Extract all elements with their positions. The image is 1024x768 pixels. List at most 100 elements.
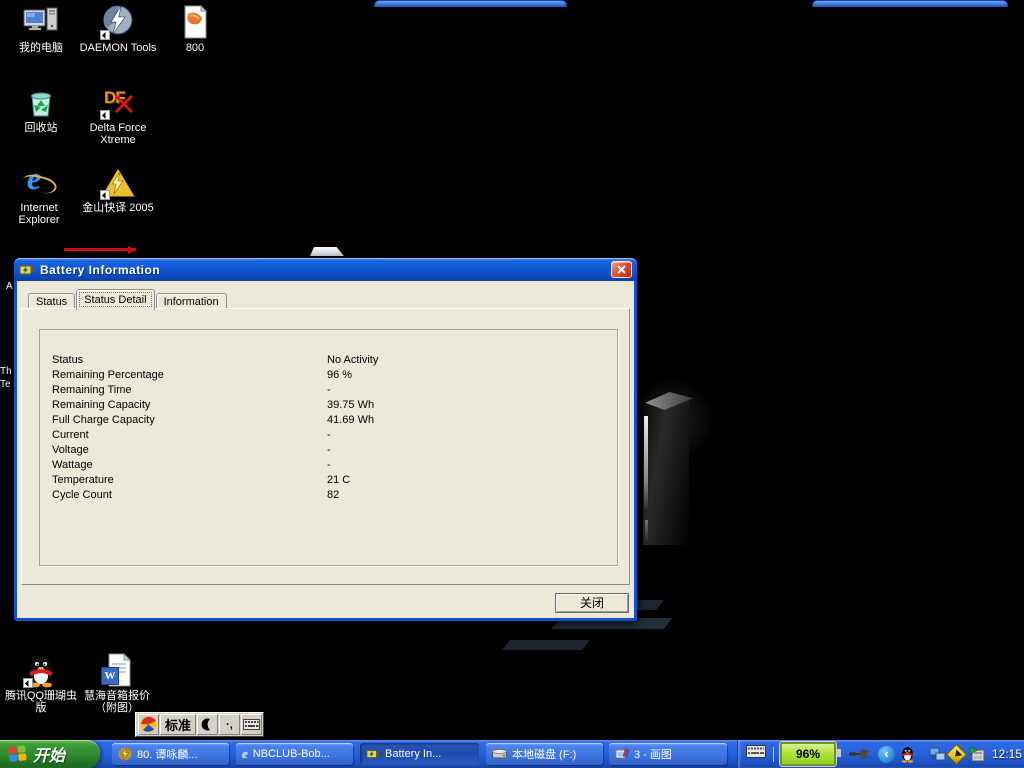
- detail-value: 41.69 Wh: [327, 413, 374, 428]
- detail-row: Remaining Capacity39.75 Wh: [40, 398, 617, 413]
- battery-icon: [366, 747, 380, 761]
- collapse-tray-chevron-icon[interactable]: [878, 746, 895, 763]
- ime-punctuation-button[interactable]: ·,: [219, 714, 240, 735]
- detail-value: 96 %: [327, 368, 352, 383]
- qq-tray-icon[interactable]: [900, 746, 915, 763]
- network-tray-icon[interactable]: [929, 747, 946, 762]
- power-plug-icon[interactable]: [848, 747, 870, 761]
- detail-value: -: [327, 383, 331, 398]
- taskbar-task-paint[interactable]: 3 - 画图: [609, 743, 727, 765]
- background-window-edge[interactable]: [374, 0, 567, 7]
- shortcut-arrow-icon: [23, 678, 33, 688]
- task-label: 3 - 画图: [634, 746, 672, 762]
- taskbar-task-local-disk[interactable]: 本地磁盘 (F:): [486, 743, 603, 765]
- desktop-icon-delta-force-xtreme[interactable]: DF Delta Force Xtreme: [79, 84, 157, 146]
- ime-mode-button[interactable]: 标准: [160, 714, 196, 735]
- detail-row: Remaining Percentage96 %: [40, 368, 617, 383]
- detail-value: 21 C: [327, 473, 350, 488]
- desktop-icon-800[interactable]: 800: [156, 4, 234, 54]
- detail-label: Status: [40, 353, 327, 368]
- tray-battery-indicator[interactable]: 96%: [780, 742, 836, 766]
- tab-status-detail[interactable]: Status Detail: [76, 289, 154, 310]
- ime-soft-keyboard-icon[interactable]: [241, 714, 262, 735]
- taskbar-task-battery[interactable]: Battery In...: [360, 743, 479, 765]
- detail-label: Full Charge Capacity: [40, 413, 327, 428]
- battery-percent-label: 96%: [796, 747, 820, 761]
- kingsoft-bolt-icon: [110, 172, 126, 194]
- hidden-icon-fragment-red: [64, 248, 136, 251]
- detail-row: Voltage-: [40, 443, 617, 458]
- detail-label: Remaining Time: [40, 383, 327, 398]
- desktop-icon-my-computer[interactable]: 我的电脑: [2, 4, 80, 54]
- input-method-keyboard-icon[interactable]: [746, 745, 766, 763]
- desktop-icon-label: 金山快译 2005: [79, 202, 157, 214]
- desktop-icon-label: DAEMON Tools: [79, 42, 157, 54]
- hidden-icon-label-fragment: Th: [0, 366, 12, 377]
- shortcut-arrow-icon: [100, 110, 110, 120]
- recycle-bin-icon: [23, 84, 59, 120]
- desktop-icon-recycle-bin[interactable]: 回收站: [2, 84, 80, 134]
- my-computer-icon: [23, 4, 59, 40]
- wallpaper-3d-object: [643, 400, 689, 545]
- desktop-icon-daemon-tools[interactable]: DAEMON Tools: [79, 4, 157, 54]
- media-player-icon: [118, 747, 132, 761]
- hidden-icon-label-fragment: A: [6, 281, 13, 292]
- paint-icon: [615, 747, 629, 761]
- desktop-icon-label: 腾讯QQ珊瑚虫版: [2, 690, 80, 714]
- task-label: 80. 谭咏麟...: [137, 746, 198, 762]
- antivirus-tray-icon[interactable]: [946, 743, 967, 764]
- shortcut-arrow-icon: [100, 190, 110, 200]
- taskbar-task-music[interactable]: 80. 谭咏麟...: [112, 743, 229, 765]
- task-label: Battery In...: [385, 748, 441, 760]
- delta-force-x-icon: [114, 94, 134, 114]
- close-button[interactable]: 关闭: [555, 593, 629, 613]
- detail-label: Cycle Count: [40, 488, 327, 503]
- desktop-icon-label: 我的电脑: [2, 42, 80, 54]
- desktop-icon-kingsoft-fastait[interactable]: 金山快译 2005: [79, 164, 157, 214]
- detail-value: 39.75 Wh: [327, 398, 374, 413]
- background-window-edge[interactable]: [812, 0, 1008, 7]
- desktop-icon-internet-explorer[interactable]: e Internet Explorer: [0, 164, 78, 226]
- start-button[interactable]: 开始: [0, 740, 100, 768]
- ime-logo-icon[interactable]: [138, 714, 159, 735]
- word-w-icon: W: [101, 667, 119, 685]
- wallpaper-stripe: [502, 640, 590, 650]
- detail-label: Voltage: [40, 443, 327, 458]
- disk-monitor-tray-icon[interactable]: [969, 746, 985, 762]
- disk-drive-icon: [492, 748, 507, 760]
- windows-flag-icon: [8, 745, 28, 763]
- dialog-titlebar[interactable]: Battery Information: [14, 258, 637, 281]
- taskbar-task-browser[interactable]: e NBCLUB-Bob...: [236, 743, 353, 765]
- taskbar: 开始 80. 谭咏麟... e NBCLUB-Bob... Battery In…: [0, 740, 1024, 768]
- detail-value: 82: [327, 488, 339, 503]
- tray-clock[interactable]: 12:15: [992, 747, 1022, 761]
- battery-information-dialog: Battery Information StatusNo Activity Re…: [14, 258, 637, 621]
- desktop-icon-huihai-doc[interactable]: W 慧海音箱报价 （附图）: [78, 652, 156, 714]
- dialog-title: Battery Information: [40, 263, 160, 277]
- ime-toolbar: 标准 ·,: [135, 712, 264, 737]
- status-detail-panel: StatusNo Activity Remaining Percentage96…: [39, 329, 618, 566]
- desktop-icon-label: 800: [156, 42, 234, 54]
- desktop-icon-label: 回收站: [2, 122, 80, 134]
- detail-label: Current: [40, 428, 327, 443]
- hidden-icon-fragment-gray: [310, 247, 344, 256]
- detail-row: StatusNo Activity: [40, 353, 617, 368]
- detail-label: Remaining Percentage: [40, 368, 327, 383]
- detail-row: Remaining Time-: [40, 383, 617, 398]
- start-button-label: 开始: [33, 742, 65, 766]
- detail-label: Remaining Capacity: [40, 398, 327, 413]
- detail-label: Temperature: [40, 473, 327, 488]
- shortcut-arrow-icon: [100, 30, 110, 40]
- detail-value: -: [327, 443, 331, 458]
- detail-value: -: [327, 458, 331, 473]
- desktop-icon-qq-coral[interactable]: 腾讯QQ珊瑚虫版: [2, 652, 80, 714]
- battery-icon: [19, 262, 35, 278]
- wallpaper-3d-object-highlight: [645, 520, 648, 544]
- tab-strip: Status Status Detail Information: [28, 290, 228, 310]
- detail-row: Current-: [40, 428, 617, 443]
- close-icon[interactable]: [611, 261, 632, 278]
- dialog-client-area: StatusNo Activity Remaining Percentage96…: [17, 281, 634, 618]
- internet-explorer-icon: e: [242, 746, 248, 762]
- tray-separator: [773, 747, 774, 762]
- ime-fullwidth-moon-icon[interactable]: [197, 714, 218, 735]
